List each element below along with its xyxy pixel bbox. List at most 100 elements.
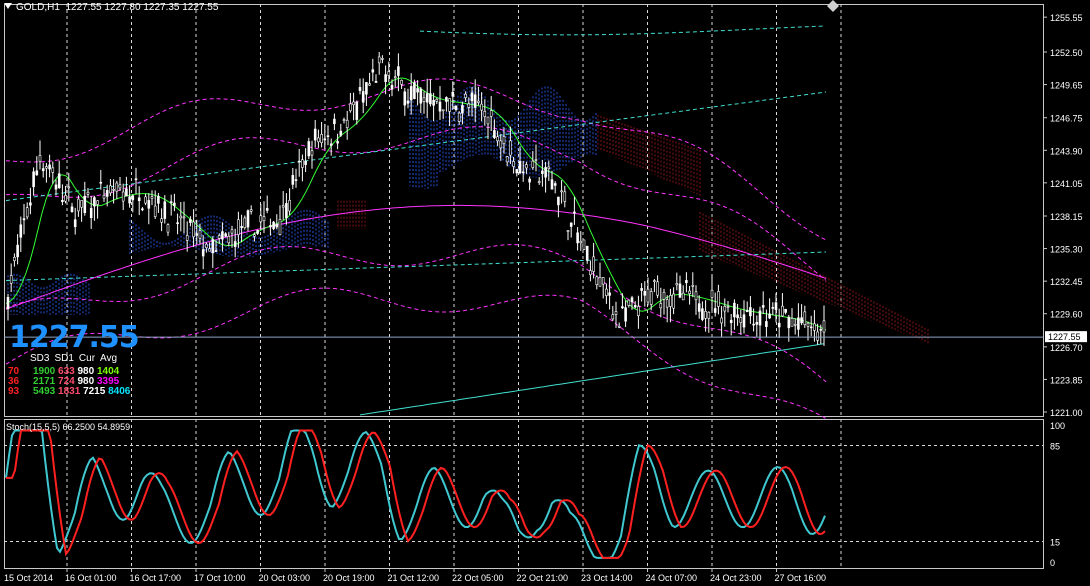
price-chart[interactable]: 1255.55 1252.50 1249.65 1246.75 1243.90 1241.… [0,0,1090,586]
candle-body [19,224,23,238]
candle-body [669,295,672,307]
candle-body [659,303,663,309]
candle-body [816,331,819,341]
candle-body [595,276,599,285]
candle-body [365,82,368,95]
candle-body [169,201,173,203]
candle-body [310,150,314,156]
candle-body [755,322,759,325]
candle-body [262,216,266,222]
candle-body [185,235,189,241]
time-axis-label: 27 Oct 16:00 [775,573,827,583]
candle-body [560,190,563,193]
candle-body [649,291,653,305]
candle-body [512,161,515,167]
candle-body [51,167,55,173]
candle-body [361,91,365,103]
candle-body [61,199,64,202]
time-axis-label: 16 Oct 17:00 [130,573,182,583]
candle-body [768,313,771,319]
candle-body [803,311,807,325]
candle-body [393,76,397,79]
candle-body [493,130,496,138]
candle-body [537,181,541,183]
candle-body [445,97,448,102]
candle-body [813,323,816,331]
candle-body [605,288,608,296]
candle-body [800,317,803,324]
candle-body [83,195,87,213]
candle-body [771,307,775,309]
candle-body [131,195,135,201]
current-price-display: 1227.55 [9,320,140,355]
collapse-icon[interactable] [4,3,12,9]
time-axis-label: 24 Oct 07:00 [646,573,698,583]
candle-body [109,185,112,194]
stochastic-label: Stoch(15,5,5) 66.2500 54.8959 [6,422,131,432]
candle-body [371,69,375,73]
candle-body [141,208,144,211]
candle-body [573,211,576,214]
price-marker-label: 1227.55 [1048,332,1081,342]
candle-body [592,256,595,272]
candle-body [579,241,583,244]
candle-body [249,209,253,212]
candle-body [208,248,211,252]
moving-average-magenta [5,204,827,310]
candle-body [461,105,464,114]
price-tick-label: 1235.30 [1050,245,1083,255]
candle-body [160,218,163,223]
candle-body [749,307,752,317]
candle-body [525,164,528,169]
candle-body [486,116,490,125]
candle-body [384,74,387,82]
candle-body [125,188,128,197]
candle-body [665,299,669,308]
candle-body [121,191,125,202]
candle-body [227,235,231,244]
candle-body [422,97,426,102]
candle-body [86,191,90,195]
candle-body [243,217,247,228]
candle-body [358,87,362,91]
candle-body [797,317,800,330]
candle-body [694,291,698,301]
time-axis-label: 15 Oct 2014 [4,573,53,583]
candle-body [240,226,243,229]
candle-body [349,103,352,112]
candle-body [477,100,480,103]
candle-body [73,219,77,228]
candle-body [432,99,435,106]
panel-col-avg: Avg [100,353,118,364]
candle-body [627,299,631,306]
candle-body [717,291,720,307]
candle-body [38,155,42,162]
stoch-main-line [5,429,826,559]
moving-average-green [5,77,827,331]
candle-body [685,280,688,284]
candle-body [13,257,16,261]
candle-body [265,208,269,211]
candle-body [342,119,346,121]
candle-body [806,322,810,327]
candle-body [137,197,141,202]
stoch-level-label: 85 [1050,442,1060,452]
candle-body [733,302,736,318]
scroll-marker-icon[interactable] [827,0,839,12]
stoch-level-label: 0 [1050,558,1055,568]
candle-body [787,316,791,329]
candle-body [176,222,179,224]
moving-average-cyan [359,343,825,416]
candle-body [115,182,119,192]
candle-body [192,221,195,238]
candle-body [93,197,96,207]
candle-body [70,206,74,212]
candle-body [454,105,458,110]
candle-body [777,322,781,328]
time-axis-label: 17 Oct 10:00 [194,573,246,583]
candle-body [352,101,355,106]
ichimoku-cloud [7,86,929,344]
candle-body [317,137,320,143]
candle-body [646,288,650,303]
candle-body [179,215,183,219]
